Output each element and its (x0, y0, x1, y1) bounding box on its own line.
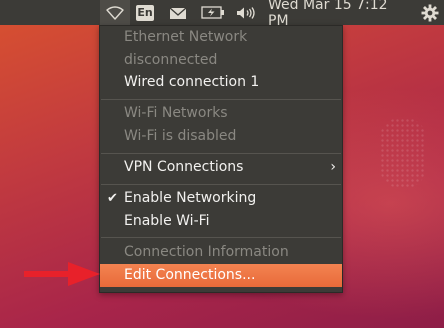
vpn-connections-item[interactable]: VPN Connections › (100, 156, 342, 179)
top-panel: En Wed Mar 15 7:12 PM (0, 0, 444, 29)
red-arrow-annotation (24, 262, 100, 286)
session-indicator[interactable] (419, 0, 441, 25)
wifi-status: Wi-Fi is disabled (124, 128, 237, 144)
chevron-right-icon: › (330, 159, 336, 175)
network-wireless-icon (106, 5, 124, 20)
wired-connection-item[interactable]: Wired connection 1 (100, 71, 342, 94)
vpn-connections-label: VPN Connections (124, 159, 244, 175)
battery-icon (201, 6, 224, 19)
checkmark-icon: ✔ (107, 191, 118, 206)
menu-separator (101, 99, 341, 100)
clock[interactable]: Wed Mar 15 7:12 PM (268, 0, 412, 29)
messaging-indicator[interactable] (167, 0, 189, 25)
desktop-texture (380, 118, 426, 188)
enable-networking-item[interactable]: ✔ Enable Networking (100, 187, 342, 210)
keyboard-layout-indicator[interactable]: En (136, 0, 154, 25)
connection-information-item: Connection Information (124, 244, 289, 260)
network-menu: Ethernet Network disconnected Wired conn… (99, 25, 343, 293)
volume-icon (237, 6, 255, 19)
menu-separator (101, 237, 341, 238)
menu-separator (101, 153, 341, 154)
keyboard-layout-icon: En (136, 4, 154, 21)
edit-connections-item[interactable]: Edit Connections... (100, 264, 342, 287)
mail-icon (169, 7, 187, 19)
wifi-networks-header: Wi-Fi Networks (124, 105, 228, 121)
ethernet-status: disconnected (124, 52, 218, 68)
ethernet-network-header: Ethernet Network (124, 29, 248, 45)
gear-icon (421, 4, 439, 21)
battery-indicator[interactable] (199, 0, 227, 25)
sound-indicator[interactable] (233, 0, 259, 25)
enable-wifi-item[interactable]: Enable Wi-Fi (100, 210, 342, 233)
enable-networking-label: Enable Networking (124, 190, 257, 206)
menu-separator (101, 184, 341, 185)
network-indicator[interactable] (100, 0, 130, 25)
